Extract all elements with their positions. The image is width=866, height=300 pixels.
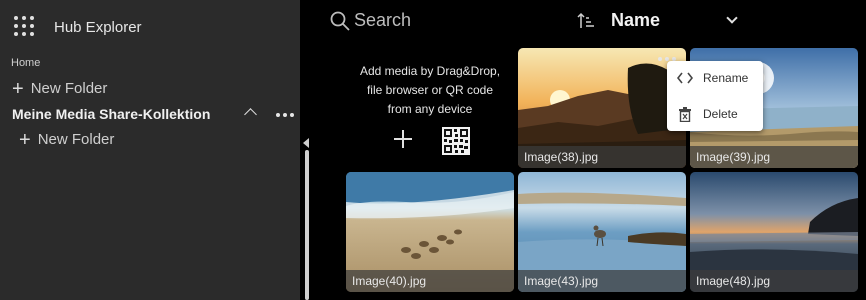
plus-icon[interactable] [394, 130, 412, 148]
new-folder-button[interactable]: + New Folder [12, 77, 108, 100]
rename-label: Rename [703, 71, 749, 85]
search-icon[interactable] [330, 11, 350, 31]
code-icon [677, 72, 693, 84]
context-menu: Rename Delete [667, 61, 763, 131]
collapse-sidebar-icon[interactable] [303, 138, 309, 148]
breadcrumb[interactable]: Home [11, 57, 40, 69]
search-input[interactable]: Search [354, 10, 411, 31]
app-title: Hub Explorer [54, 19, 142, 36]
delete-menu-item[interactable]: Delete [667, 99, 763, 129]
media-name: Image(38).jpg [518, 146, 686, 168]
media-name: Image(48).jpg [690, 270, 858, 292]
media-tile[interactable]: Image(43).jpg [518, 172, 686, 292]
media-tile[interactable]: Image(48).jpg [690, 172, 858, 292]
qr-code-icon[interactable] [442, 127, 470, 155]
trash-icon [679, 106, 691, 122]
plus-icon: + [12, 77, 24, 100]
chevron-up-icon[interactable] [244, 108, 257, 121]
rename-menu-item[interactable]: Rename [667, 63, 763, 93]
scrollbar[interactable] [305, 150, 309, 300]
sort-icon[interactable] [577, 12, 595, 30]
sidebar: Hub Explorer Home + New Folder Meine Med… [0, 0, 300, 300]
apps-grid-icon[interactable] [14, 16, 34, 36]
add-media-area[interactable]: Add media by Drag&Drop, file browser or … [346, 48, 514, 168]
add-media-text: Add media by Drag&Drop, file browser or … [359, 64, 501, 116]
more-icon[interactable] [276, 113, 294, 117]
collection-folder[interactable]: Meine Media Share-Kollektion [12, 106, 210, 122]
media-tile[interactable]: Image(40).jpg [346, 172, 514, 292]
media-tile[interactable]: Image(38).jpg [518, 48, 686, 168]
sub-new-folder-label: New Folder [37, 131, 115, 148]
media-name: Image(43).jpg [518, 270, 686, 292]
delete-label: Delete [703, 107, 738, 121]
sub-new-folder-button[interactable]: + New Folder [19, 128, 115, 151]
plus-icon: + [19, 128, 31, 151]
new-folder-label: New Folder [30, 80, 108, 97]
media-name: Image(40).jpg [346, 270, 514, 292]
sort-select[interactable]: Name [611, 10, 660, 31]
media-name: Image(39).jpg [690, 146, 858, 168]
chevron-down-icon[interactable] [726, 12, 738, 24]
